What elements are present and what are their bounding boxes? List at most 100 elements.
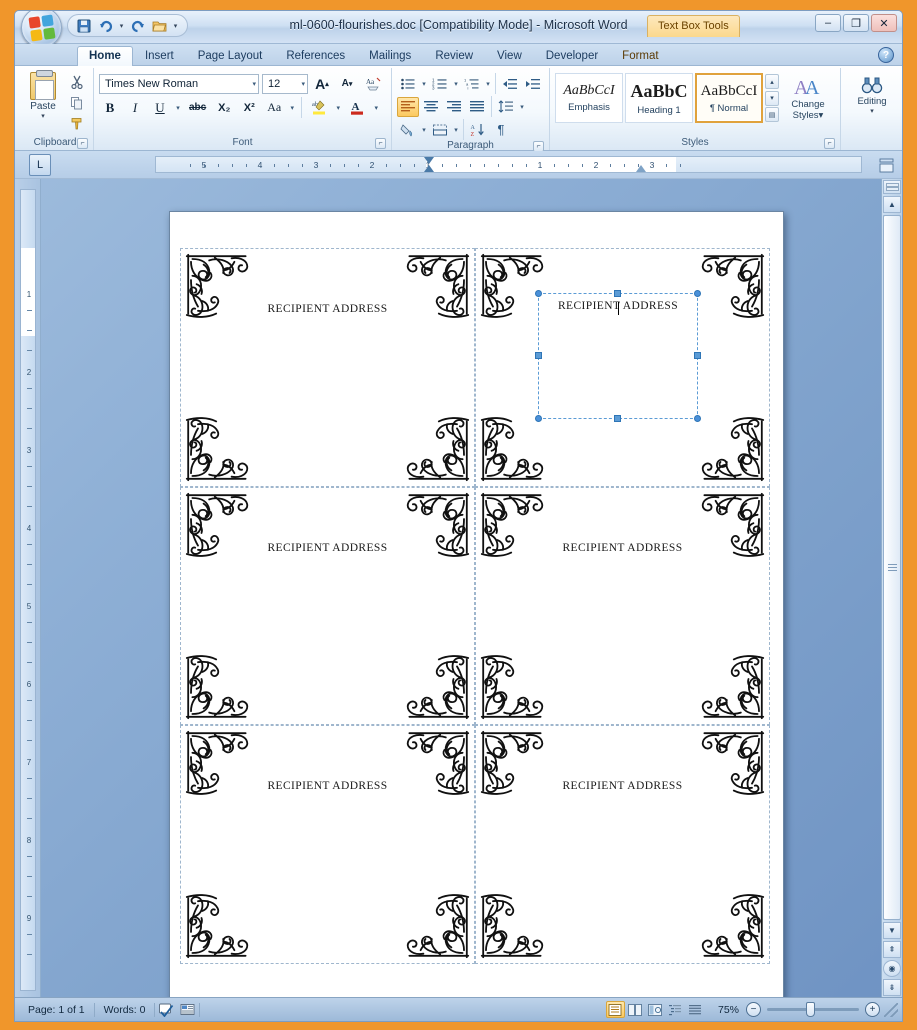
- font-name-caret[interactable]: ▾: [249, 80, 256, 88]
- zoom-slider-track[interactable]: [767, 1002, 859, 1017]
- font-dialog-launcher[interactable]: ⌐: [375, 138, 386, 149]
- resize-handle-se[interactable]: [694, 415, 701, 422]
- page-canvas[interactable]: RECIPIENT ADDRESS RECIPIENT ADDRESS RECI…: [41, 179, 881, 997]
- style-emphasis[interactable]: AaBbCcI Emphasis: [555, 73, 623, 123]
- split-window-handle[interactable]: [883, 180, 901, 194]
- zoom-slider-thumb[interactable]: [805, 1002, 815, 1017]
- label-cell-selected[interactable]: RECIPIENT ADDRESS: [475, 248, 770, 487]
- view-full-screen-reading[interactable]: [626, 1001, 645, 1018]
- close-button[interactable]: ✕: [871, 14, 897, 32]
- style-normal[interactable]: AaBbCcI ¶ Normal: [695, 73, 763, 123]
- vertical-scrollbar[interactable]: ▲ ▼ ⇞ ◉ ⇟: [881, 179, 902, 997]
- view-ruler-toggle[interactable]: [876, 155, 896, 175]
- bullets-icon[interactable]: [397, 74, 419, 94]
- multilevel-list-icon[interactable]: 1ai: [461, 74, 483, 94]
- numbering-icon[interactable]: 123: [429, 74, 451, 94]
- recipient-address-text[interactable]: RECIPIENT ADDRESS: [181, 542, 474, 554]
- undo-icon[interactable]: [96, 16, 115, 35]
- tab-review[interactable]: Review: [423, 46, 485, 66]
- clear-formatting-icon[interactable]: Aa: [361, 73, 386, 94]
- font-size-combo[interactable]: 12 ▾: [262, 73, 308, 94]
- resize-handle-e[interactable]: [694, 352, 701, 359]
- tab-format[interactable]: Format: [610, 46, 670, 66]
- show-formatting-marks-icon[interactable]: ¶: [490, 120, 512, 140]
- save-icon[interactable]: [74, 16, 93, 35]
- shrink-font-icon[interactable]: A ▾: [336, 73, 358, 94]
- horizontal-ruler[interactable]: 5 4 3 2 1 1 2 3: [155, 156, 862, 173]
- undo-dropdown-caret[interactable]: ▾: [118, 22, 125, 30]
- cut-icon[interactable]: [66, 72, 88, 92]
- zoom-in-button[interactable]: +: [865, 1002, 880, 1017]
- styles-dialog-launcher[interactable]: ⌐: [824, 138, 835, 149]
- highlight-caret[interactable]: ▾: [334, 104, 342, 112]
- scrollbar-track[interactable]: [883, 215, 901, 920]
- superscript-button[interactable]: X²: [238, 97, 260, 118]
- font-name-combo[interactable]: Times New Roman ▾: [99, 73, 259, 94]
- label-cell[interactable]: RECIPIENT ADDRESS: [180, 248, 475, 487]
- view-outline[interactable]: [666, 1001, 685, 1018]
- strikethrough-button[interactable]: abc: [185, 97, 210, 118]
- style-heading-1[interactable]: AaBbC Heading 1: [625, 73, 693, 123]
- tab-mailings[interactable]: Mailings: [357, 46, 423, 66]
- bold-button[interactable]: B: [99, 97, 121, 118]
- help-icon[interactable]: ?: [878, 47, 894, 63]
- format-painter-icon[interactable]: [66, 114, 88, 134]
- justify-button[interactable]: [466, 97, 488, 117]
- align-center-button[interactable]: [420, 97, 442, 117]
- editing-caret[interactable]: ▾: [869, 107, 876, 115]
- bullets-caret[interactable]: ▾: [420, 80, 428, 88]
- change-styles-button[interactable]: AA Change Styles▾: [781, 73, 835, 123]
- select-browse-object-button[interactable]: ◉: [883, 960, 901, 977]
- selected-text-box[interactable]: RECIPIENT ADDRESS: [535, 290, 701, 422]
- change-case-button[interactable]: Aa: [263, 97, 285, 118]
- scroll-down-button[interactable]: ▼: [883, 922, 901, 939]
- line-spacing-caret[interactable]: ▾: [518, 103, 526, 111]
- zoom-out-button[interactable]: −: [746, 1002, 761, 1017]
- editing-button[interactable]: Editing ▾: [846, 70, 898, 115]
- tab-references[interactable]: References: [274, 46, 357, 66]
- align-right-button[interactable]: [443, 97, 465, 117]
- word-count[interactable]: Words: 0: [95, 1004, 155, 1016]
- page-indicator[interactable]: Page: 1 of 1: [19, 1004, 94, 1016]
- vertical-ruler[interactable]: 1 2 3 4 5 6 7 8 9: [15, 179, 41, 997]
- zoom-percentage[interactable]: 75%: [711, 1004, 746, 1016]
- resize-handle-nw[interactable]: [535, 290, 542, 297]
- tab-home[interactable]: Home: [77, 46, 133, 66]
- multilevel-caret[interactable]: ▾: [484, 80, 492, 88]
- shading-caret[interactable]: ▾: [420, 126, 428, 134]
- scroll-up-button[interactable]: ▲: [883, 196, 901, 213]
- paste-button[interactable]: Paste ▾: [22, 70, 64, 134]
- line-spacing-icon[interactable]: [495, 97, 517, 117]
- window-resize-grip[interactable]: [884, 1002, 898, 1017]
- borders-caret[interactable]: ▾: [452, 126, 460, 134]
- minimize-button[interactable]: –: [815, 14, 841, 32]
- open-icon[interactable]: [150, 16, 169, 35]
- scrollbar-thumb[interactable]: [883, 215, 901, 920]
- previous-page-button[interactable]: ⇞: [883, 941, 901, 958]
- subscript-button[interactable]: X₂: [213, 97, 235, 118]
- redo-icon[interactable]: [128, 16, 147, 35]
- grow-font-icon[interactable]: A ▴: [311, 73, 333, 94]
- paste-dropdown-caret[interactable]: ▾: [40, 112, 47, 120]
- label-cell[interactable]: RECIPIENT ADDRESS: [475, 725, 770, 964]
- shading-icon[interactable]: [397, 120, 419, 140]
- font-color-button[interactable]: A: [345, 97, 369, 118]
- increase-indent-icon[interactable]: [522, 74, 544, 94]
- styles-more-icon[interactable]: ▤: [765, 107, 779, 122]
- tab-insert[interactable]: Insert: [133, 46, 186, 66]
- font-color-caret[interactable]: ▾: [372, 104, 380, 112]
- resize-handle-ne[interactable]: [694, 290, 701, 297]
- change-case-caret[interactable]: ▾: [288, 104, 296, 112]
- resize-handle-n[interactable]: [614, 290, 621, 297]
- tab-developer[interactable]: Developer: [534, 46, 610, 66]
- clipboard-dialog-launcher[interactable]: ⌐: [77, 138, 88, 149]
- first-line-indent-marker[interactable]: [424, 157, 434, 164]
- recipient-address-text[interactable]: RECIPIENT ADDRESS: [476, 542, 769, 554]
- left-indent-marker[interactable]: [424, 165, 434, 172]
- sort-icon[interactable]: AZ: [467, 120, 489, 140]
- font-size-caret[interactable]: ▾: [298, 80, 305, 88]
- align-left-button[interactable]: [397, 96, 419, 117]
- next-page-button[interactable]: ⇟: [883, 979, 901, 996]
- proofing-errors-icon[interactable]: [155, 1001, 177, 1019]
- tab-view[interactable]: View: [485, 46, 534, 66]
